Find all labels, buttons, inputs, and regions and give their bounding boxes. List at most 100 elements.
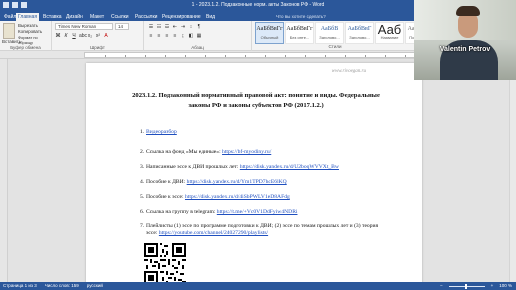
document-page[interactable]: www.rivoegan.ru 2023.1.2. Подзаконный но… (86, 63, 422, 282)
list-item: 3. Написанные эссе к ДВИ прошлых лет: ht… (140, 164, 386, 171)
style-sample: АаБбВвГг (286, 26, 313, 32)
style-name: Заголово... (349, 35, 370, 40)
presenter-name: Valentin Petrov (439, 46, 491, 53)
list-number: 3. (140, 164, 145, 170)
style-no-spacing[interactable]: АаБбВвГг Без инте... (285, 22, 314, 44)
font-group-label: Шрифт (90, 45, 105, 50)
multilevel-list-icon[interactable]: ☲ (164, 24, 170, 30)
font-color-icon[interactable]: A (103, 33, 109, 39)
telegram-link[interactable]: https://t.me/+Vc0V1DdFyiw4NDRi (217, 209, 298, 215)
format-painter-button[interactable]: Формат по образцу (18, 35, 51, 45)
subscript-icon[interactable]: x₂ (87, 33, 93, 39)
list-number: 7. (140, 223, 145, 229)
paste-icon[interactable] (3, 23, 15, 39)
list-text: Пособие к ДВИ: (146, 179, 187, 185)
fund-link[interactable]: https://bf-myodiny.ru/ (222, 149, 271, 155)
language-indicator[interactable]: русский (87, 282, 103, 290)
underline-icon[interactable]: Ч (71, 33, 77, 39)
justify-icon[interactable]: ≡ (172, 33, 178, 39)
list-item: 5. Пособие к эссе: https://disk.yandex.r… (140, 194, 386, 201)
zoom-slider[interactable] (448, 283, 485, 289)
list-number: 5. (140, 194, 145, 200)
list-item: 6. Ссылка на группу в telegram: https://… (140, 209, 386, 216)
sort-icon[interactable]: ↕ (188, 24, 194, 30)
tab-home[interactable]: Главная (16, 13, 40, 21)
style-name: Обычный (260, 35, 279, 40)
cut-button[interactable]: Вырезать (18, 23, 38, 28)
paragraph-group: ☰ ☷ ☲ ⇤ ⇥ ↕ ¶ ≡ ≡ ≡ ≡ ↨ ◧ ▦ Абзац (144, 21, 252, 51)
zoom-slider-knob[interactable] (464, 283, 467, 289)
vertical-scrollbar[interactable] (509, 59, 516, 282)
style-heading-1[interactable]: АаБбВ Заголово... (315, 22, 344, 44)
increase-indent-icon[interactable]: ⇥ (180, 24, 186, 30)
list-text: Пособие к эссе: (146, 194, 185, 200)
presenter-hair (456, 6, 480, 16)
superscript-icon[interactable]: x² (95, 33, 101, 39)
video-review-link[interactable]: Видеоразбор (146, 129, 177, 135)
shading-icon[interactable]: ◧ (188, 33, 194, 39)
style-sample: АаБбВвГг (256, 26, 283, 32)
zoom-out-icon[interactable]: − (440, 282, 443, 290)
align-right-icon[interactable]: ≡ (164, 33, 170, 39)
list-number: 4. (140, 179, 145, 185)
align-center-icon[interactable]: ≡ (156, 33, 162, 39)
list-number: 1. (140, 129, 145, 135)
tab-references[interactable]: Ссылки (109, 13, 131, 21)
list-item: 7. Плейлисты (1) эссе по программе подго… (140, 223, 386, 237)
tab-layout[interactable]: Макет (88, 13, 106, 21)
list-number: 6. (140, 209, 145, 215)
status-bar: Страница 1 из 3 Число слов: 159 русский … (0, 282, 516, 290)
style-sample: АаБбВ (320, 26, 339, 32)
styles-group-label: Стили (328, 44, 342, 49)
list-number: 2. (140, 149, 145, 155)
style-title[interactable]: Ааб Название (375, 22, 404, 44)
list-buttons: ☰ ☷ ☲ ⇤ ⇥ ↕ ¶ (148, 24, 202, 30)
strikethrough-icon[interactable]: abc (79, 33, 87, 39)
tab-review[interactable]: Рецензирование (160, 13, 203, 21)
pilcrow-icon[interactable]: ¶ (196, 24, 202, 30)
tab-view[interactable]: Вид (204, 13, 217, 21)
bold-icon[interactable]: Ж (55, 33, 61, 39)
zoom-level[interactable]: 100 % (499, 282, 512, 290)
style-name: Без инте... (289, 35, 310, 40)
style-heading-2[interactable]: АаБбВвГ Заголово... (345, 22, 374, 44)
site-watermark: www.rivoegan.ru (331, 69, 366, 74)
playlists-link[interactable]: https://youtube.com/channel/24027290/pla… (159, 230, 268, 236)
zoom-in-icon[interactable]: + (491, 282, 494, 290)
borders-icon[interactable]: ▦ (196, 33, 202, 39)
list-item: 2. Ссылка на фонд «Мы единые»: https://b… (140, 149, 386, 156)
essay-guide-link[interactable]: https://disk.yandex.ru/d/4iSbPWLV1eD8AFd… (185, 194, 290, 200)
clipboard-group-label: Буфер обмена (10, 45, 41, 50)
line-spacing-icon[interactable]: ↨ (180, 33, 186, 39)
webcam-overlay: Valentin Petrov (414, 0, 516, 80)
essays-link[interactable]: https://disk.yandex.ru/d/U2boqWVVXt_Bw (240, 164, 339, 170)
font-format-row: Ж К Ч abc x₂ x² A (55, 33, 109, 39)
styles-gallery: АаБбВвГг Обычный АаБбВвГг Без инте... Аа… (255, 22, 435, 44)
paragraph-group-label: Абзац (191, 45, 204, 50)
align-left-icon[interactable]: ≡ (148, 33, 154, 39)
italic-icon[interactable]: К (63, 33, 69, 39)
tab-insert[interactable]: Вставка (41, 13, 64, 21)
decrease-indent-icon[interactable]: ⇤ (172, 24, 178, 30)
tab-mailings[interactable]: Рассылки (133, 13, 159, 21)
list-text: Написанные эссе к ДВИ прошлых лет: (146, 164, 240, 170)
list-text: Ссылка на фонд «Мы единые»: (146, 149, 223, 155)
bullets-icon[interactable]: ☰ (148, 24, 154, 30)
font-name-select[interactable]: Times New Roman (55, 23, 113, 30)
tell-me-box[interactable]: Что вы хотите сделать? (276, 13, 336, 20)
clipboard-group: Вставить Вырезать Копировать Формат по о… (0, 21, 52, 51)
list-text: Ссылка на группу в telegram: (146, 209, 217, 215)
style-normal[interactable]: АаБбВвГг Обычный (255, 22, 284, 44)
copy-button[interactable]: Копировать (18, 29, 42, 34)
vertical-ruler[interactable] (0, 59, 8, 282)
dvi-guide-link[interactable]: https://disk.yandex.ru/d/Ym1TPD7hcE6lKQ (187, 179, 287, 185)
list-item: 1. Видеоразбор (140, 129, 386, 136)
document-heading: 2023.1.2. Подзаконный нормативный правов… (132, 92, 380, 109)
font-size-select[interactable]: 14 (115, 23, 129, 30)
numbering-icon[interactable]: ☷ (156, 24, 162, 30)
word-count[interactable]: Число слов: 159 (45, 282, 79, 290)
font-group: Times New Roman 14 Ж К Ч abc x₂ x² A Шри… (52, 21, 144, 51)
ruler-track (84, 52, 416, 58)
tab-design[interactable]: Дизайн (64, 13, 85, 21)
page-indicator[interactable]: Страница 1 из 3 (3, 282, 37, 290)
